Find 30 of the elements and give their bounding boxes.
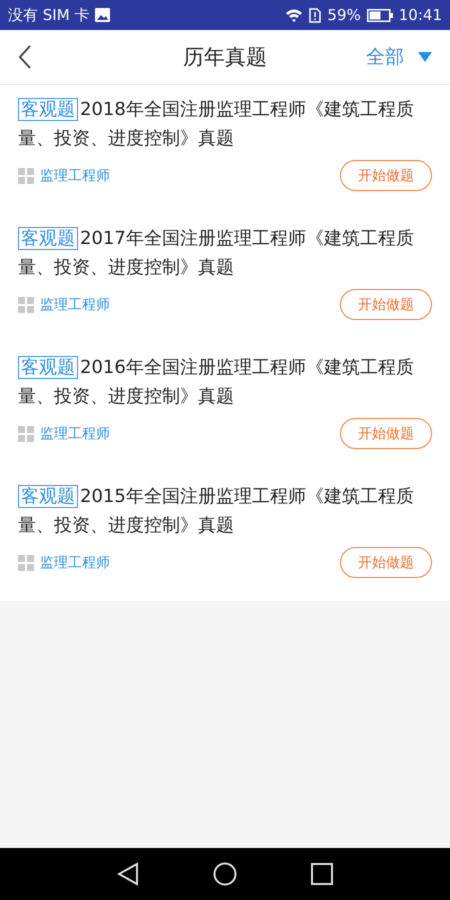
paper-title: 客观题 2018年全国注册监理工程师《建筑工程质量、投资、进度控制》真题 [18,97,415,151]
category-label: 监理工程师 [40,424,110,442]
carrier-text: 没有 SIM 卡 [8,6,90,24]
battery-percent: 59% [327,6,361,24]
dropdown-caret-icon [418,52,432,62]
recents-nav-icon[interactable] [311,863,333,885]
paper-title: 客观题 2015年全国注册监理工程师《建筑工程质量、投资、进度控制》真题 [18,484,415,538]
paper-title: 客观题 2016年全国注册监理工程师《建筑工程质量、投资、进度控制》真题 [18,355,415,409]
clock-text: 10:41 [398,6,442,24]
home-nav-icon[interactable] [213,862,237,886]
start-button[interactable]: 开始做题 [340,547,432,578]
category-label: 监理工程师 [40,554,110,572]
start-button[interactable]: 开始做题 [340,160,432,191]
back-nav-icon[interactable] [117,862,139,886]
back-icon[interactable] [18,45,32,69]
category-label: 监理工程师 [40,166,110,184]
start-button[interactable]: 开始做题 [340,289,432,320]
page-title: 历年真题 [183,44,267,71]
grid-icon [18,554,34,570]
start-button[interactable]: 开始做题 [340,418,432,449]
filter-dropdown[interactable]: 全部 [366,44,432,70]
paper-title: 客观题 2017年全国注册监理工程师《建筑工程质量、投资、进度控制》真题 [18,226,415,280]
image-icon [95,8,110,22]
category-label: 监理工程师 [40,296,110,314]
alert-icon [309,8,322,22]
grid-icon [18,296,34,312]
grid-icon [18,426,34,442]
battery-icon [366,8,393,22]
wifi-icon [285,8,304,22]
grid-icon [18,168,34,184]
